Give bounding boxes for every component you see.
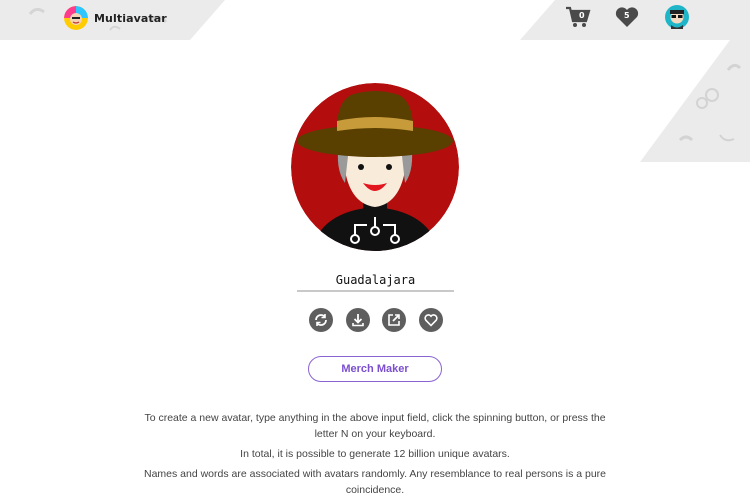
- favorites-button[interactable]: 5: [615, 6, 639, 28]
- download-button[interactable]: [345, 308, 370, 332]
- download-icon: [351, 314, 364, 327]
- regenerate-button[interactable]: [309, 308, 333, 332]
- cart-count: 0: [579, 11, 585, 20]
- header-actions: 0 5: [520, 0, 750, 36]
- info-paragraph: Names and words are associated with avat…: [143, 468, 607, 496]
- info-paragraph: In total, it is possible to generate 12 …: [240, 448, 510, 460]
- brand-logo: [64, 6, 88, 30]
- external-link-icon: [388, 314, 401, 326]
- merch-maker-button[interactable]: Merch Maker: [308, 356, 442, 382]
- avatar-name-input[interactable]: [297, 270, 454, 292]
- cart-icon: [566, 6, 591, 27]
- info-text: To create a new avatar, type anything in…: [140, 410, 610, 500]
- avatar-actions: [309, 308, 443, 334]
- page: Multiavatar 0 5 Guadalajara Merch Maker …: [0, 0, 750, 500]
- favorite-button[interactable]: [418, 308, 443, 332]
- decor-right: [640, 40, 750, 162]
- heart-icon: [424, 314, 438, 327]
- favorites-count: 5: [624, 11, 630, 20]
- brand-name: Multiavatar: [94, 11, 167, 25]
- info-paragraph: To create a new avatar, type anything in…: [144, 412, 606, 440]
- main-avatar: [291, 83, 459, 251]
- avatar: [665, 5, 689, 29]
- cart-button[interactable]: 0: [565, 5, 591, 29]
- refresh-icon: [315, 314, 327, 326]
- brand[interactable]: Multiavatar: [64, 6, 167, 30]
- user-avatar-button[interactable]: [665, 5, 689, 29]
- open-link-button[interactable]: [382, 308, 407, 332]
